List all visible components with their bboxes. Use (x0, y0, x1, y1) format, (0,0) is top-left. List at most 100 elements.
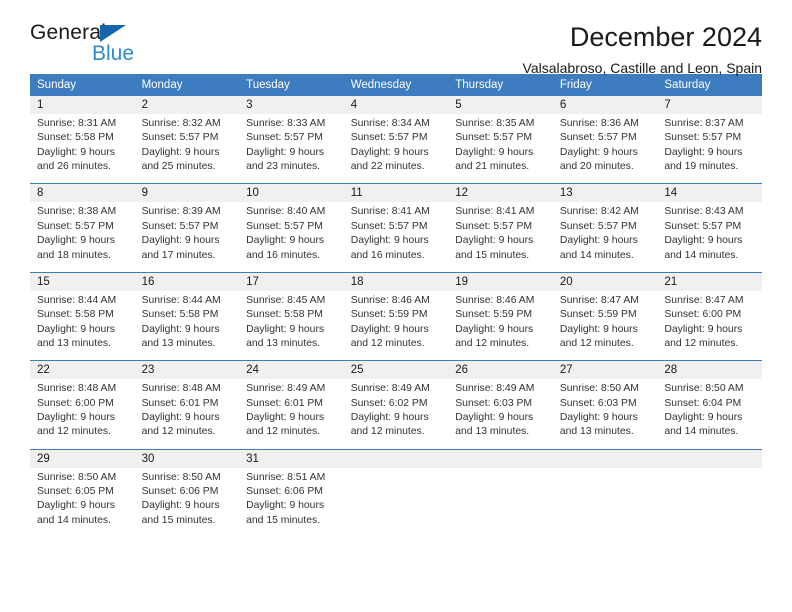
day-cell[interactable]: Sunrise: 8:41 AM Sunset: 5:57 PM Daylight:… (343, 202, 449, 273)
day-number[interactable]: 24 (239, 360, 344, 380)
week-info-row: Sunrise: 8:31 AM Sunset: 5:58 PM Daylight:… (30, 114, 762, 184)
day-cell[interactable]: Sunrise: 8:50 AM Sunset: 6:05 PM Daylight:… (30, 467, 135, 538)
sunrise-text: Sunrise: 8:39 AM (141, 206, 221, 218)
day-number[interactable]: 30 (134, 448, 240, 468)
day-number[interactable]: 17 (239, 271, 344, 291)
day-number[interactable]: 7 (657, 96, 762, 114)
day-number[interactable]: 15 (30, 271, 135, 291)
day-number[interactable]: 23 (134, 360, 240, 380)
day-cell[interactable]: Sunrise: 8:46 AM Sunset: 5:59 PM Daylight:… (448, 290, 553, 361)
day-cell[interactable]: Sunrise: 8:50 AM Sunset: 6:03 PM Daylight:… (552, 379, 658, 450)
daylight-text-line2: and 14 minutes. (559, 249, 634, 261)
daylight-text-line1: Daylight: 9 hours (141, 323, 220, 335)
daylight-text-line1: Daylight: 9 hours (37, 146, 115, 158)
day-cell[interactable]: Sunrise: 8:31 AM Sunset: 5:58 PM Daylight:… (30, 114, 135, 184)
day-cell[interactable]: Sunrise: 8:50 AM Sunset: 6:04 PM Daylight:… (657, 379, 762, 450)
week-daynum-row: 8 9 10 11 12 13 14 (30, 183, 762, 203)
day-number[interactable]: 4 (343, 96, 449, 114)
day-number[interactable]: 6 (552, 96, 658, 114)
day-cell[interactable]: Sunrise: 8:44 AM Sunset: 5:58 PM Daylight:… (30, 290, 135, 361)
sunrise-text: Sunrise: 8:50 AM (559, 383, 639, 395)
day-cell[interactable]: Sunrise: 8:35 AM Sunset: 5:57 PM Daylight:… (448, 114, 553, 184)
day-number[interactable]: 5 (448, 96, 553, 114)
day-number[interactable]: 3 (239, 96, 344, 114)
day-number[interactable]: 25 (343, 360, 449, 380)
day-cell-empty (343, 467, 449, 538)
sunrise-text: Sunrise: 8:41 AM (455, 206, 535, 218)
daylight-text-line2: and 21 minutes. (455, 161, 530, 173)
day-number[interactable]: 26 (448, 360, 553, 380)
day-number[interactable]: 22 (30, 360, 135, 380)
day-cell[interactable]: Sunrise: 8:48 AM Sunset: 6:01 PM Daylight:… (134, 379, 240, 450)
day-cell[interactable]: Sunrise: 8:49 AM Sunset: 6:02 PM Daylight:… (343, 379, 449, 450)
day-cell[interactable]: Sunrise: 8:41 AM Sunset: 5:57 PM Daylight:… (448, 202, 553, 273)
daylight-text-line2: and 14 minutes. (664, 426, 739, 438)
day-number-empty (448, 448, 553, 468)
sunset-text: Sunset: 5:59 PM (559, 309, 637, 321)
day-cell[interactable]: Sunrise: 8:43 AM Sunset: 5:57 PM Daylight:… (657, 202, 762, 273)
day-cell[interactable]: Sunrise: 8:32 AM Sunset: 5:57 PM Daylight:… (134, 114, 240, 184)
daylight-text-line1: Daylight: 9 hours (37, 500, 115, 512)
day-cell[interactable]: Sunrise: 8:49 AM Sunset: 6:03 PM Daylight:… (448, 379, 553, 450)
daylight-text-line2: and 16 minutes. (246, 249, 321, 261)
day-cell[interactable]: Sunrise: 8:34 AM Sunset: 5:57 PM Daylight:… (343, 114, 449, 184)
day-number[interactable]: 31 (239, 448, 344, 468)
day-cell[interactable]: Sunrise: 8:51 AM Sunset: 6:06 PM Daylight:… (239, 467, 344, 538)
day-cell[interactable]: Sunrise: 8:40 AM Sunset: 5:57 PM Daylight:… (239, 202, 344, 273)
logo-text-blue: Blue (92, 42, 135, 65)
day-cell[interactable]: Sunrise: 8:50 AM Sunset: 6:06 PM Daylight:… (134, 467, 240, 538)
daylight-text-line2: and 13 minutes. (37, 337, 111, 349)
day-number[interactable]: 2 (134, 96, 240, 114)
day-cell-empty (448, 467, 553, 538)
day-number[interactable]: 14 (657, 183, 762, 203)
week-info-row: Sunrise: 8:44 AM Sunset: 5:58 PM Daylight:… (30, 290, 762, 361)
day-cell[interactable]: Sunrise: 8:42 AM Sunset: 5:57 PM Daylight:… (552, 202, 658, 273)
day-cell[interactable]: Sunrise: 8:49 AM Sunset: 6:01 PM Daylight:… (239, 379, 344, 450)
day-cell[interactable]: Sunrise: 8:38 AM Sunset: 5:57 PM Daylight:… (30, 202, 135, 273)
daylight-text-line2: and 12 minutes. (141, 426, 216, 438)
daylight-text-line1: Daylight: 9 hours (664, 323, 743, 335)
sunset-text: Sunset: 6:02 PM (350, 397, 428, 409)
day-number[interactable]: 8 (30, 183, 135, 203)
day-number[interactable]: 20 (552, 271, 658, 291)
day-number[interactable]: 21 (657, 271, 762, 291)
sunset-text: Sunset: 5:58 PM (141, 309, 219, 321)
sunrise-text: Sunrise: 8:40 AM (246, 206, 326, 218)
day-number[interactable]: 29 (30, 448, 135, 468)
sunrise-text: Sunrise: 8:38 AM (37, 206, 117, 218)
day-number[interactable]: 1 (30, 96, 135, 114)
daylight-text-line2: and 16 minutes. (350, 249, 425, 261)
day-number[interactable]: 19 (448, 271, 553, 291)
sunrise-text: Sunrise: 8:49 AM (455, 383, 535, 395)
day-number[interactable]: 12 (448, 183, 553, 203)
weekday-header-friday: Friday (552, 74, 658, 96)
sunrise-text: Sunrise: 8:32 AM (141, 118, 221, 129)
day-cell[interactable]: Sunrise: 8:37 AM Sunset: 5:57 PM Daylight:… (657, 114, 762, 184)
day-number-empty (552, 448, 658, 468)
sunset-text: Sunset: 5:57 PM (246, 132, 323, 144)
daylight-text-line1: Daylight: 9 hours (350, 323, 429, 335)
day-cell[interactable]: Sunrise: 8:45 AM Sunset: 5:58 PM Daylight:… (239, 290, 344, 361)
daylight-text-line2: and 20 minutes. (559, 161, 634, 173)
day-number[interactable]: 10 (239, 183, 344, 203)
daylight-text-line2: and 14 minutes. (664, 249, 739, 261)
day-cell[interactable]: Sunrise: 8:36 AM Sunset: 5:57 PM Daylight:… (552, 114, 658, 184)
sunrise-text: Sunrise: 8:50 AM (141, 471, 221, 483)
day-cell[interactable]: Sunrise: 8:47 AM Sunset: 5:59 PM Daylight:… (552, 290, 658, 361)
day-cell[interactable]: Sunrise: 8:47 AM Sunset: 6:00 PM Daylight:… (657, 290, 762, 361)
day-number[interactable]: 11 (343, 183, 449, 203)
day-number[interactable]: 13 (552, 183, 658, 203)
day-number[interactable]: 28 (657, 360, 762, 380)
day-number[interactable]: 27 (552, 360, 658, 380)
daylight-text-line1: Daylight: 9 hours (141, 235, 220, 247)
day-number[interactable]: 18 (343, 271, 449, 291)
day-number[interactable]: 16 (134, 271, 240, 291)
day-number[interactable]: 9 (134, 183, 240, 203)
day-cell[interactable]: Sunrise: 8:48 AM Sunset: 6:00 PM Daylight:… (30, 379, 135, 450)
general-blue-logo[interactable]: General Blue (30, 22, 160, 72)
day-cell[interactable]: Sunrise: 8:46 AM Sunset: 5:59 PM Daylight:… (343, 290, 449, 361)
daylight-text-line1: Daylight: 9 hours (455, 146, 534, 158)
day-cell[interactable]: Sunrise: 8:39 AM Sunset: 5:57 PM Daylight:… (134, 202, 240, 273)
day-cell[interactable]: Sunrise: 8:33 AM Sunset: 5:57 PM Daylight:… (239, 114, 344, 184)
day-cell[interactable]: Sunrise: 8:44 AM Sunset: 5:58 PM Daylight:… (134, 290, 240, 361)
